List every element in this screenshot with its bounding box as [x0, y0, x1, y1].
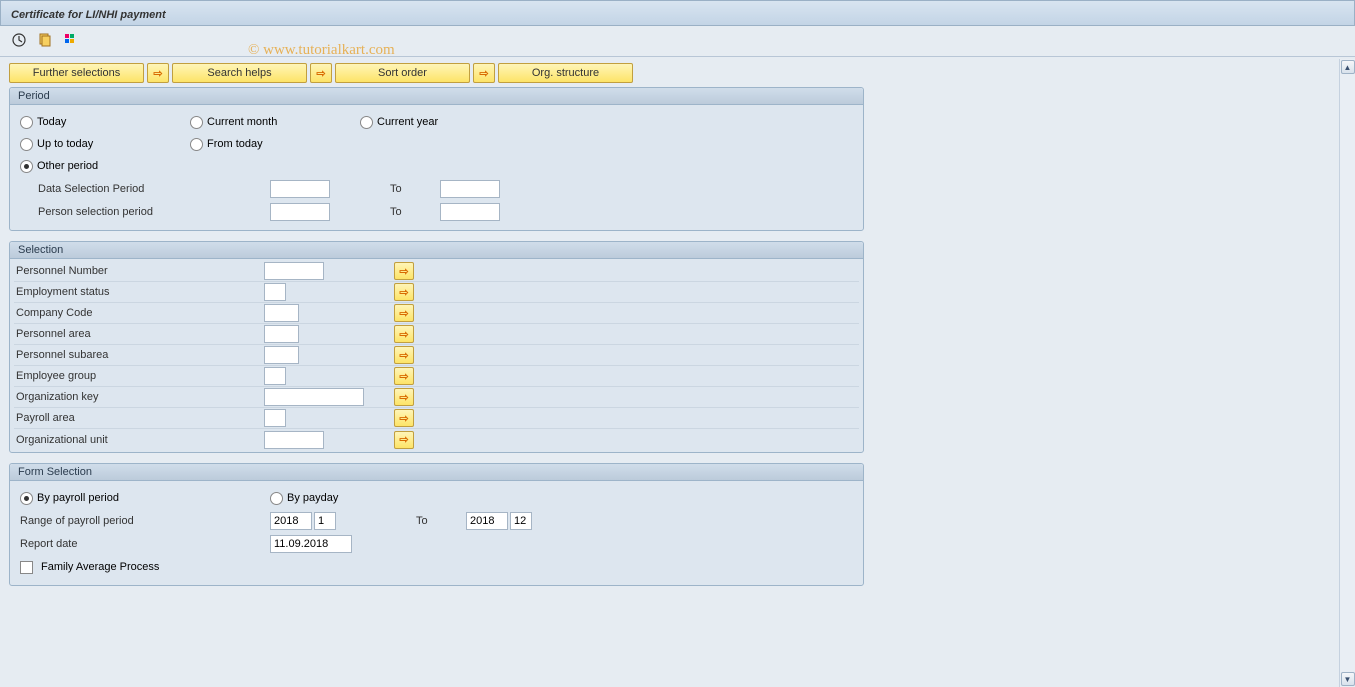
to-label-3: To [416, 515, 446, 527]
radio-by-payroll-period[interactable]: By payroll period [20, 492, 270, 505]
report-date-input[interactable] [270, 535, 352, 553]
selection-header: Selection [10, 242, 863, 259]
person-selection-to-input[interactable] [440, 203, 500, 221]
personnel-subarea-input[interactable] [264, 346, 299, 364]
checkbox-family-avg[interactable]: Family Average Process [20, 561, 159, 574]
toolbar [0, 26, 1355, 54]
personnel-area-input[interactable] [264, 325, 299, 343]
row-employment-status: Employment status ⇨ [14, 282, 859, 303]
personnel-number-select-button[interactable]: ⇨ [394, 262, 414, 280]
further-selections-button[interactable]: Further selections [9, 63, 144, 83]
label-range-payroll: Range of payroll period [20, 515, 270, 527]
radio-other-period[interactable]: Other period [20, 160, 190, 173]
title-bar: Certificate for LI/NHI payment [0, 0, 1355, 26]
person-selection-from-input[interactable] [270, 203, 330, 221]
data-selection-from-input[interactable] [270, 180, 330, 198]
year-from-input[interactable] [270, 512, 312, 530]
org-structure-arrow[interactable]: ⇨ [473, 63, 495, 83]
color-legend-icon[interactable] [62, 31, 80, 49]
scroll-up-icon[interactable]: ▲ [1341, 60, 1355, 74]
personnel-number-input[interactable] [264, 262, 324, 280]
personnel-area-select-button[interactable]: ⇨ [394, 325, 414, 343]
label-person-selection-period: Person selection period [20, 206, 270, 218]
employment-status-select-button[interactable]: ⇨ [394, 283, 414, 301]
employee-group-select-button[interactable]: ⇨ [394, 367, 414, 385]
employment-status-input[interactable] [264, 283, 286, 301]
period-header: Period [10, 88, 863, 105]
to-label-2: To [390, 206, 420, 218]
radio-current-month[interactable]: Current month [190, 116, 360, 129]
sort-order-arrow[interactable]: ⇨ [310, 63, 332, 83]
selection-buttons-row: Further selections ⇨ Search helps ⇨ Sort… [9, 63, 1328, 83]
page-title: Certificate for LI/NHI payment [11, 9, 166, 21]
radio-up-to-today[interactable]: Up to today [20, 138, 190, 151]
vertical-scrollbar[interactable]: ▲ ▼ [1339, 59, 1355, 687]
to-label-1: To [390, 183, 420, 195]
row-company-code: Company Code ⇨ [14, 303, 859, 324]
row-organization-key: Organization key ⇨ [14, 387, 859, 408]
payroll-area-select-button[interactable]: ⇨ [394, 409, 414, 427]
organization-key-input[interactable] [264, 388, 364, 406]
sort-order-button[interactable]: Sort order [335, 63, 470, 83]
org-structure-button[interactable]: Org. structure [498, 63, 633, 83]
personnel-subarea-select-button[interactable]: ⇨ [394, 346, 414, 364]
radio-by-payday[interactable]: By payday [270, 492, 338, 505]
radio-today[interactable]: Today [20, 116, 190, 129]
search-helps-button[interactable]: Search helps [172, 63, 307, 83]
row-employee-group: Employee group ⇨ [14, 366, 859, 387]
label-report-date: Report date [20, 538, 270, 550]
payroll-area-input[interactable] [264, 409, 286, 427]
label-data-selection-period: Data Selection Period [20, 183, 270, 195]
period-to-input[interactable] [510, 512, 532, 530]
organizational-unit-select-button[interactable]: ⇨ [394, 431, 414, 449]
data-selection-to-input[interactable] [440, 180, 500, 198]
organizational-unit-input[interactable] [264, 431, 324, 449]
checkbox-icon [20, 561, 33, 574]
organization-key-select-button[interactable]: ⇨ [394, 388, 414, 406]
radio-current-year[interactable]: Current year [360, 116, 530, 129]
row-organizational-unit: Organizational unit ⇨ [14, 429, 859, 450]
search-helps-arrow[interactable]: ⇨ [147, 63, 169, 83]
employee-group-input[interactable] [264, 367, 286, 385]
row-personnel-area: Personnel area ⇨ [14, 324, 859, 345]
period-from-input[interactable] [314, 512, 336, 530]
content-area: ▲ ▼ Further selections ⇨ Search helps ⇨ … [0, 59, 1355, 687]
get-variant-icon[interactable] [36, 31, 54, 49]
year-to-input[interactable] [466, 512, 508, 530]
company-code-input[interactable] [264, 304, 299, 322]
scroll-down-icon[interactable]: ▼ [1341, 672, 1355, 686]
form-selection-group: Form Selection By payroll period By payd… [9, 463, 864, 586]
execute-icon[interactable] [10, 31, 28, 49]
selection-group: Selection Personnel Number ⇨ Employment … [9, 241, 864, 453]
form-selection-header: Form Selection [10, 464, 863, 481]
period-group: Period Today Current month Current year … [9, 87, 864, 231]
radio-from-today[interactable]: From today [190, 138, 360, 151]
company-code-select-button[interactable]: ⇨ [394, 304, 414, 322]
row-personnel-subarea: Personnel subarea ⇨ [14, 345, 859, 366]
row-payroll-area: Payroll area ⇨ [14, 408, 859, 429]
row-personnel-number: Personnel Number ⇨ [14, 261, 859, 282]
